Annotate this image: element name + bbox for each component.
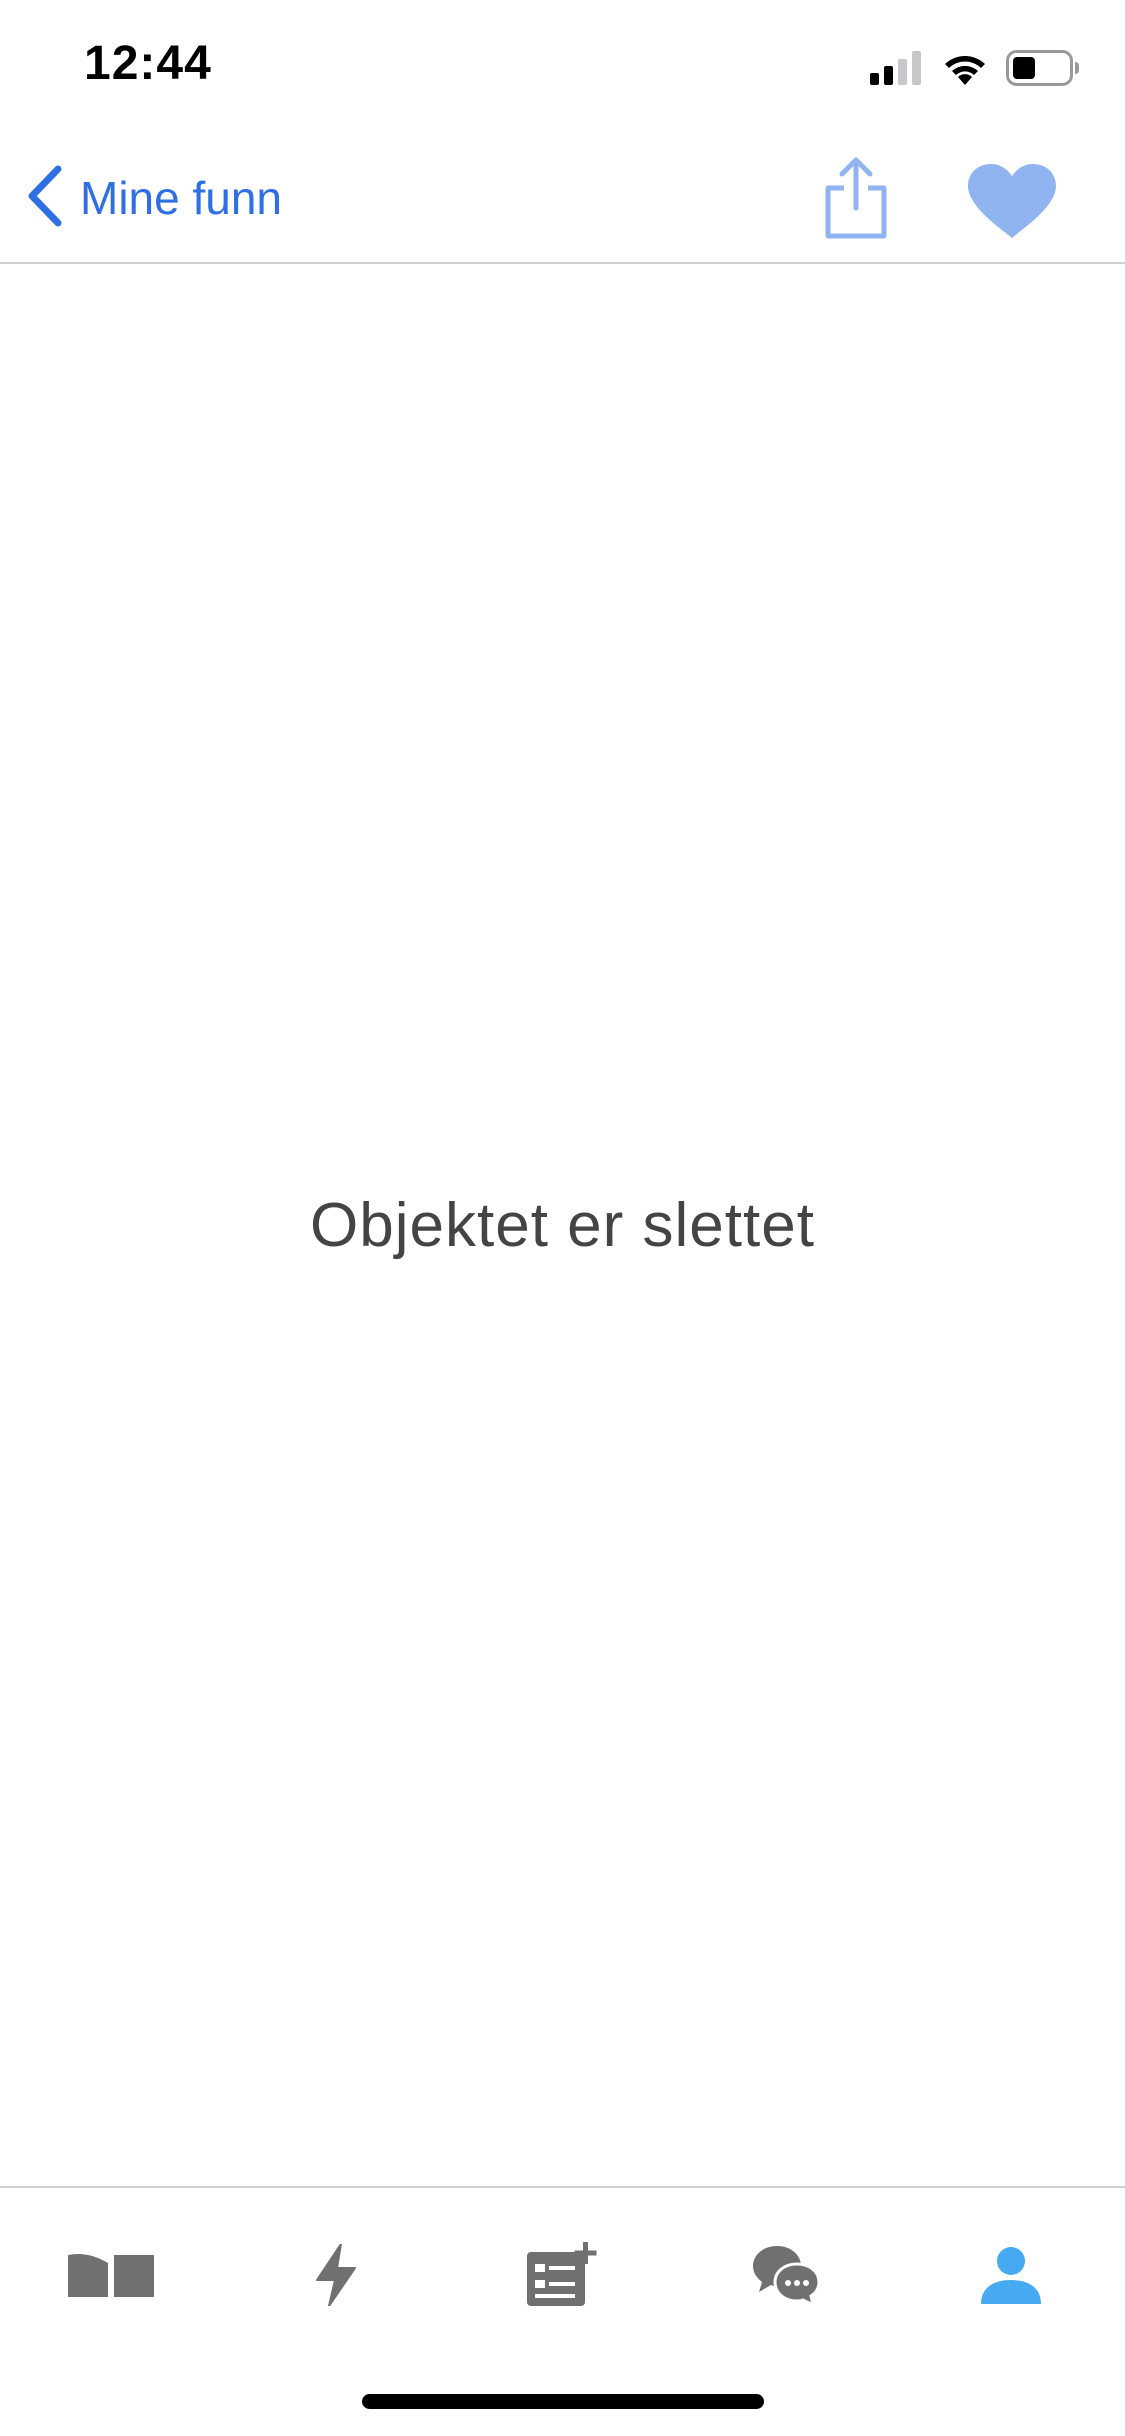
heart-icon [964,164,1060,244]
messages-icon [751,2244,821,2311]
screen: 12:44 Mine funn Objektet er slettet [0,0,1125,2436]
tab-profile[interactable] [956,2232,1066,2322]
chevron-left-icon [24,163,66,234]
favorite-button[interactable] [964,162,1060,240]
browse-icon [68,2253,154,2302]
status-time: 12:44 [84,37,212,90]
home-indicator [362,2394,764,2409]
tab-new-ad[interactable] [506,2232,616,2322]
status-bar: 12:44 [0,0,1125,132]
back-button-label: Mine funn [80,172,283,224]
share-icon [820,157,892,244]
navigation-bar: Mine funn [0,132,1125,264]
battery-icon [1006,49,1080,91]
tab-browse[interactable] [56,2232,166,2322]
cellular-signal-icon [870,50,924,90]
back-button[interactable]: Mine funn [24,162,282,234]
share-button[interactable] [820,156,892,240]
lightning-icon [311,2242,361,2311]
profile-icon [979,2246,1043,2309]
status-icons [870,48,1080,92]
wifi-icon [942,51,988,90]
new-ad-icon [525,2241,597,2313]
tab-lightning[interactable] [281,2232,391,2322]
main-content: Objektet er slettet [0,264,1125,2186]
tab-messages[interactable] [731,2232,841,2322]
deleted-message: Objektet er slettet [310,1190,815,1260]
